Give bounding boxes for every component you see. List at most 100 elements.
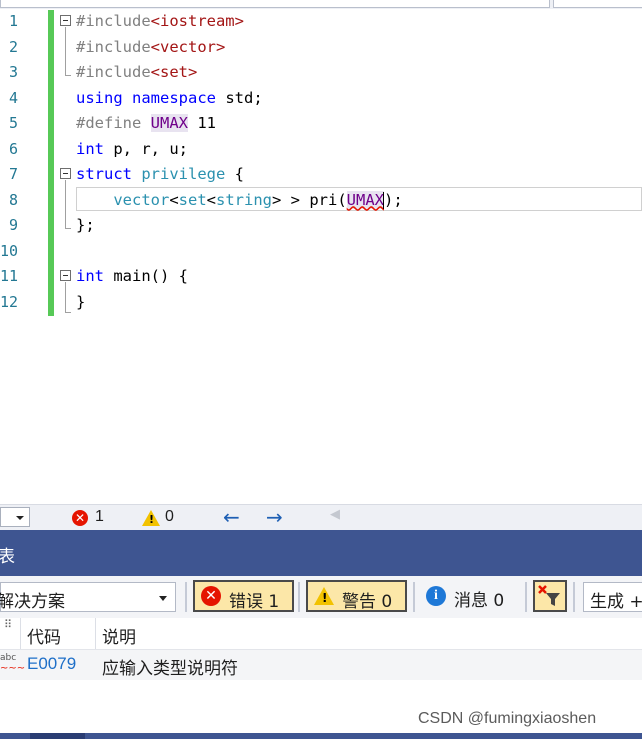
filter-toggle-button[interactable] [533, 580, 567, 612]
code-token: #define [76, 114, 142, 132]
error-list-toolbar: 解决方案 ✕ 错误 1 ! 警告 0 i 消息 0 生成 + [0, 576, 642, 618]
code-token: using [76, 88, 123, 107]
change-tracking-bar [48, 10, 54, 316]
code-token: vector [76, 190, 170, 209]
line-number: 2 [8, 37, 18, 56]
warning-count[interactable]: 0 [165, 508, 174, 526]
line-number: 3 [8, 63, 18, 81]
line-number: 4 [8, 88, 18, 107]
column-header-description[interactable]: 说明 [102, 623, 136, 648]
code-line: }; [76, 213, 95, 238]
bottom-tab[interactable] [30, 733, 85, 739]
code-token: int [76, 139, 104, 158]
column-header-code[interactable]: 代码 [27, 623, 61, 648]
build-source-value: 生成 + [590, 592, 642, 612]
code-token: #include [76, 63, 151, 81]
error-description: 应输入类型说明符 [102, 659, 238, 679]
line-number: 10 [0, 241, 19, 260]
arrow-left-icon[interactable]: ← [223, 505, 240, 529]
code-token: ); [384, 190, 403, 209]
code-line: #include<vector> [76, 35, 225, 60]
code-token: <iostream> [150, 12, 244, 30]
column-divider[interactable] [95, 618, 96, 649]
code-line: int main() { [76, 264, 188, 289]
warnings-filter-button[interactable]: ! 警告 0 [306, 580, 407, 612]
code-token: string [216, 190, 273, 209]
intellisense-abc-icon: abc [0, 653, 17, 663]
bottom-tab-strip [0, 733, 642, 739]
code-token: namespace [132, 88, 217, 107]
scope-select[interactable]: 解决方案 [0, 582, 176, 612]
column-options-icon[interactable]: ⠿ [4, 618, 12, 631]
code-token: < [206, 190, 217, 209]
line-number: 1 [8, 12, 18, 30]
code-token: std; [216, 88, 263, 107]
fold-guide [65, 27, 66, 75]
error-count[interactable]: 1 [95, 508, 104, 526]
messages-filter-button[interactable]: i 消息 0 [419, 580, 520, 612]
code-token: < [169, 190, 179, 209]
code-token: p, r, u; [104, 139, 188, 158]
code-line: #include<set> [76, 60, 197, 85]
fold-guide [65, 282, 66, 312]
build-source-select[interactable]: 生成 + [583, 582, 642, 612]
fold-guide-end [65, 228, 71, 229]
code-line: int p, r, u; [76, 137, 188, 162]
info-icon: i [426, 586, 446, 606]
scope-dropdown[interactable] [0, 0, 550, 8]
code-token: #include [76, 12, 151, 30]
toolbar-separator [298, 582, 300, 612]
zoom-dropdown[interactable] [0, 507, 30, 527]
line-number: 12 [0, 292, 19, 311]
watermark: CSDN @fumingxiaoshen [418, 710, 597, 727]
line-number: 5 [8, 114, 18, 132]
code-editor[interactable]: 1 2 3 4 5 6 7 8 9 10 11 12 #include<iostream> #inclu… [0, 9, 642, 504]
code-token: UMAX [346, 190, 384, 209]
line-number: 8 [8, 190, 18, 209]
arrow-right-icon[interactable]: → [266, 505, 283, 529]
chevron-down-icon [159, 596, 167, 601]
code-line: using namespace std; [76, 86, 263, 111]
table-row[interactable]: abc ~~~ E0079 应输入类型说明符 [0, 650, 642, 680]
messages-filter-label: 消息 0 [454, 591, 505, 611]
error-icon: ✕ [201, 586, 221, 606]
code-token: <set> [150, 63, 198, 81]
error-icon[interactable]: ✕ [72, 510, 88, 526]
code-token: }; [76, 216, 95, 234]
error-code-link[interactable]: E0079 [27, 654, 76, 674]
code-token: <vector> [150, 37, 226, 56]
line-number: 9 [8, 216, 18, 234]
code-line: } [76, 290, 85, 315]
filter-icon [538, 585, 560, 606]
toolbar-separator [525, 582, 527, 612]
scope-select-value: 解决方案 [0, 592, 65, 612]
code-line: vector<set<string> > pri(UMAX); [76, 188, 403, 213]
code-token: > > pri( [272, 190, 347, 209]
line-number: 11 [0, 267, 19, 285]
code-line: #define UMAX 11 [76, 111, 216, 136]
warning-mark: ! [322, 591, 328, 605]
code-line: #include<iostream> [76, 9, 244, 34]
collapse-includes-icon[interactable] [60, 15, 71, 26]
editor-status-bar: ✕ 1 ! 0 ← → ◀ [0, 504, 642, 531]
fold-guide-end [65, 75, 71, 76]
collapse-main-icon[interactable] [60, 270, 71, 281]
code-token: } [76, 292, 86, 311]
code-token: 11 [188, 114, 216, 132]
errors-filter-label: 错误 1 [229, 592, 280, 612]
member-dropdown[interactable] [553, 0, 642, 8]
fold-guide-end [65, 312, 71, 313]
column-divider[interactable] [20, 618, 21, 649]
collapse-struct-icon[interactable] [60, 168, 71, 179]
toolbar-separator [573, 582, 575, 612]
code-token: int [76, 267, 104, 285]
warnings-filter-label: 警告 0 [342, 592, 393, 612]
squiggle-icon: ~~~ [0, 663, 26, 674]
code-token: #include [76, 37, 151, 56]
fold-guide [65, 180, 66, 228]
errors-filter-button[interactable]: ✕ 错误 1 [193, 580, 294, 612]
code-token: struct [76, 165, 132, 183]
